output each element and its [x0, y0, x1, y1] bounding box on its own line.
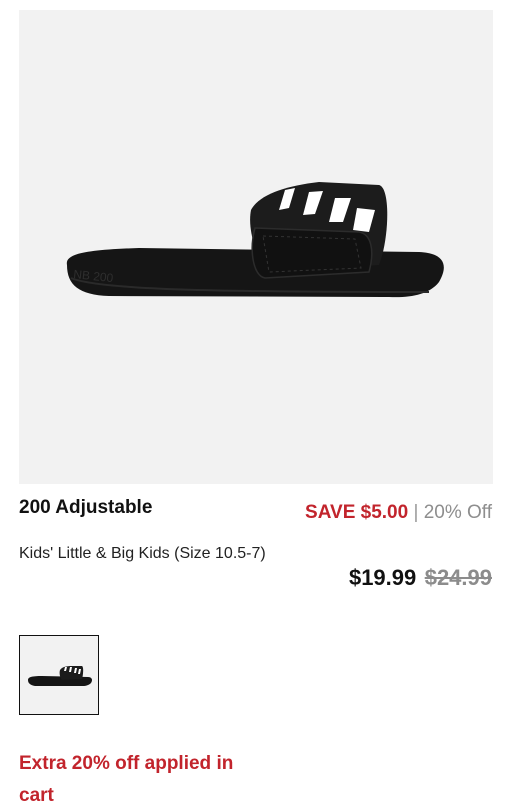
sandal-slide-image: NB 200 [66, 182, 444, 298]
savings-info: SAVE $5.00 | 20% Off [292, 497, 492, 529]
price-row: $19.99 $24.99 [349, 565, 492, 591]
original-price: $24.99 [424, 565, 492, 590]
save-amount: SAVE $5.00 [305, 502, 409, 523]
product-title: 200 Adjustable [19, 497, 153, 518]
current-price: $19.99 [348, 565, 417, 590]
promo-message: Extra 20% off applied in cart [19, 753, 234, 806]
gallery-thumbnail[interactable] [19, 635, 99, 715]
sandal-thumbnail-image [28, 666, 92, 686]
savings-separator: | [413, 502, 419, 523]
discount-percent: 20% Off [423, 502, 492, 523]
product-subtitle: Kids' Little & Big Kids (Size 10.5-7) [19, 545, 266, 562]
product-image[interactable]: NB 200 [19, 10, 493, 484]
